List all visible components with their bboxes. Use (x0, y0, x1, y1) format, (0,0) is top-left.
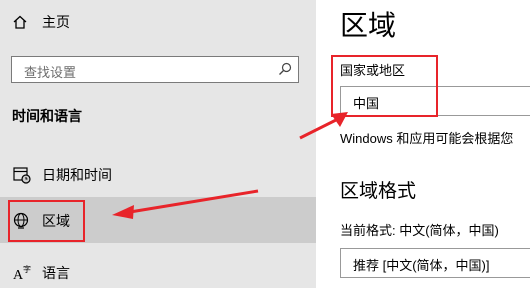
main-panel: 区域 国家或地区 中国 Windows 和应用可能会根据您 区域格式 当前格式:… (316, 0, 530, 288)
country-description: Windows 和应用可能会根据您 (340, 131, 514, 146)
home-icon (13, 15, 27, 29)
sidebar-item-date-time[interactable]: 日期和时间 (0, 151, 316, 197)
search-icon[interactable] (278, 62, 292, 76)
svg-text:字: 字 (23, 264, 31, 274)
current-format-text: 当前格式: 中文(简体，中国) (340, 223, 499, 238)
sidebar-item-label: 语言 (42, 265, 70, 281)
sidebar-item-label: 日期和时间 (42, 167, 112, 183)
home-label: 主页 (42, 14, 70, 30)
search-box[interactable]: 查找设置 (11, 56, 299, 83)
page-title: 区域 (340, 10, 397, 41)
region-format-dropdown[interactable]: 推荐 [中文(简体，中国)] (340, 248, 530, 278)
format-value: 推荐 [中文(简体，中国)] (353, 258, 490, 273)
search-placeholder: 查找设置 (24, 65, 77, 80)
region-format-heading: 区域格式 (340, 181, 417, 202)
annotation-box-country (331, 55, 438, 117)
annotation-box-region (8, 200, 85, 242)
language-icon: A 字 (13, 264, 31, 283)
section-title: 时间和语言 (12, 108, 82, 124)
sidebar-item-language[interactable]: A 字 语言 (0, 249, 316, 295)
sidebar: 主页 查找设置 时间和语言 日期和时间 区域 A 字 语言 (0, 0, 316, 288)
calendar-clock-icon (13, 167, 31, 184)
home-link[interactable]: 主页 (12, 10, 70, 34)
